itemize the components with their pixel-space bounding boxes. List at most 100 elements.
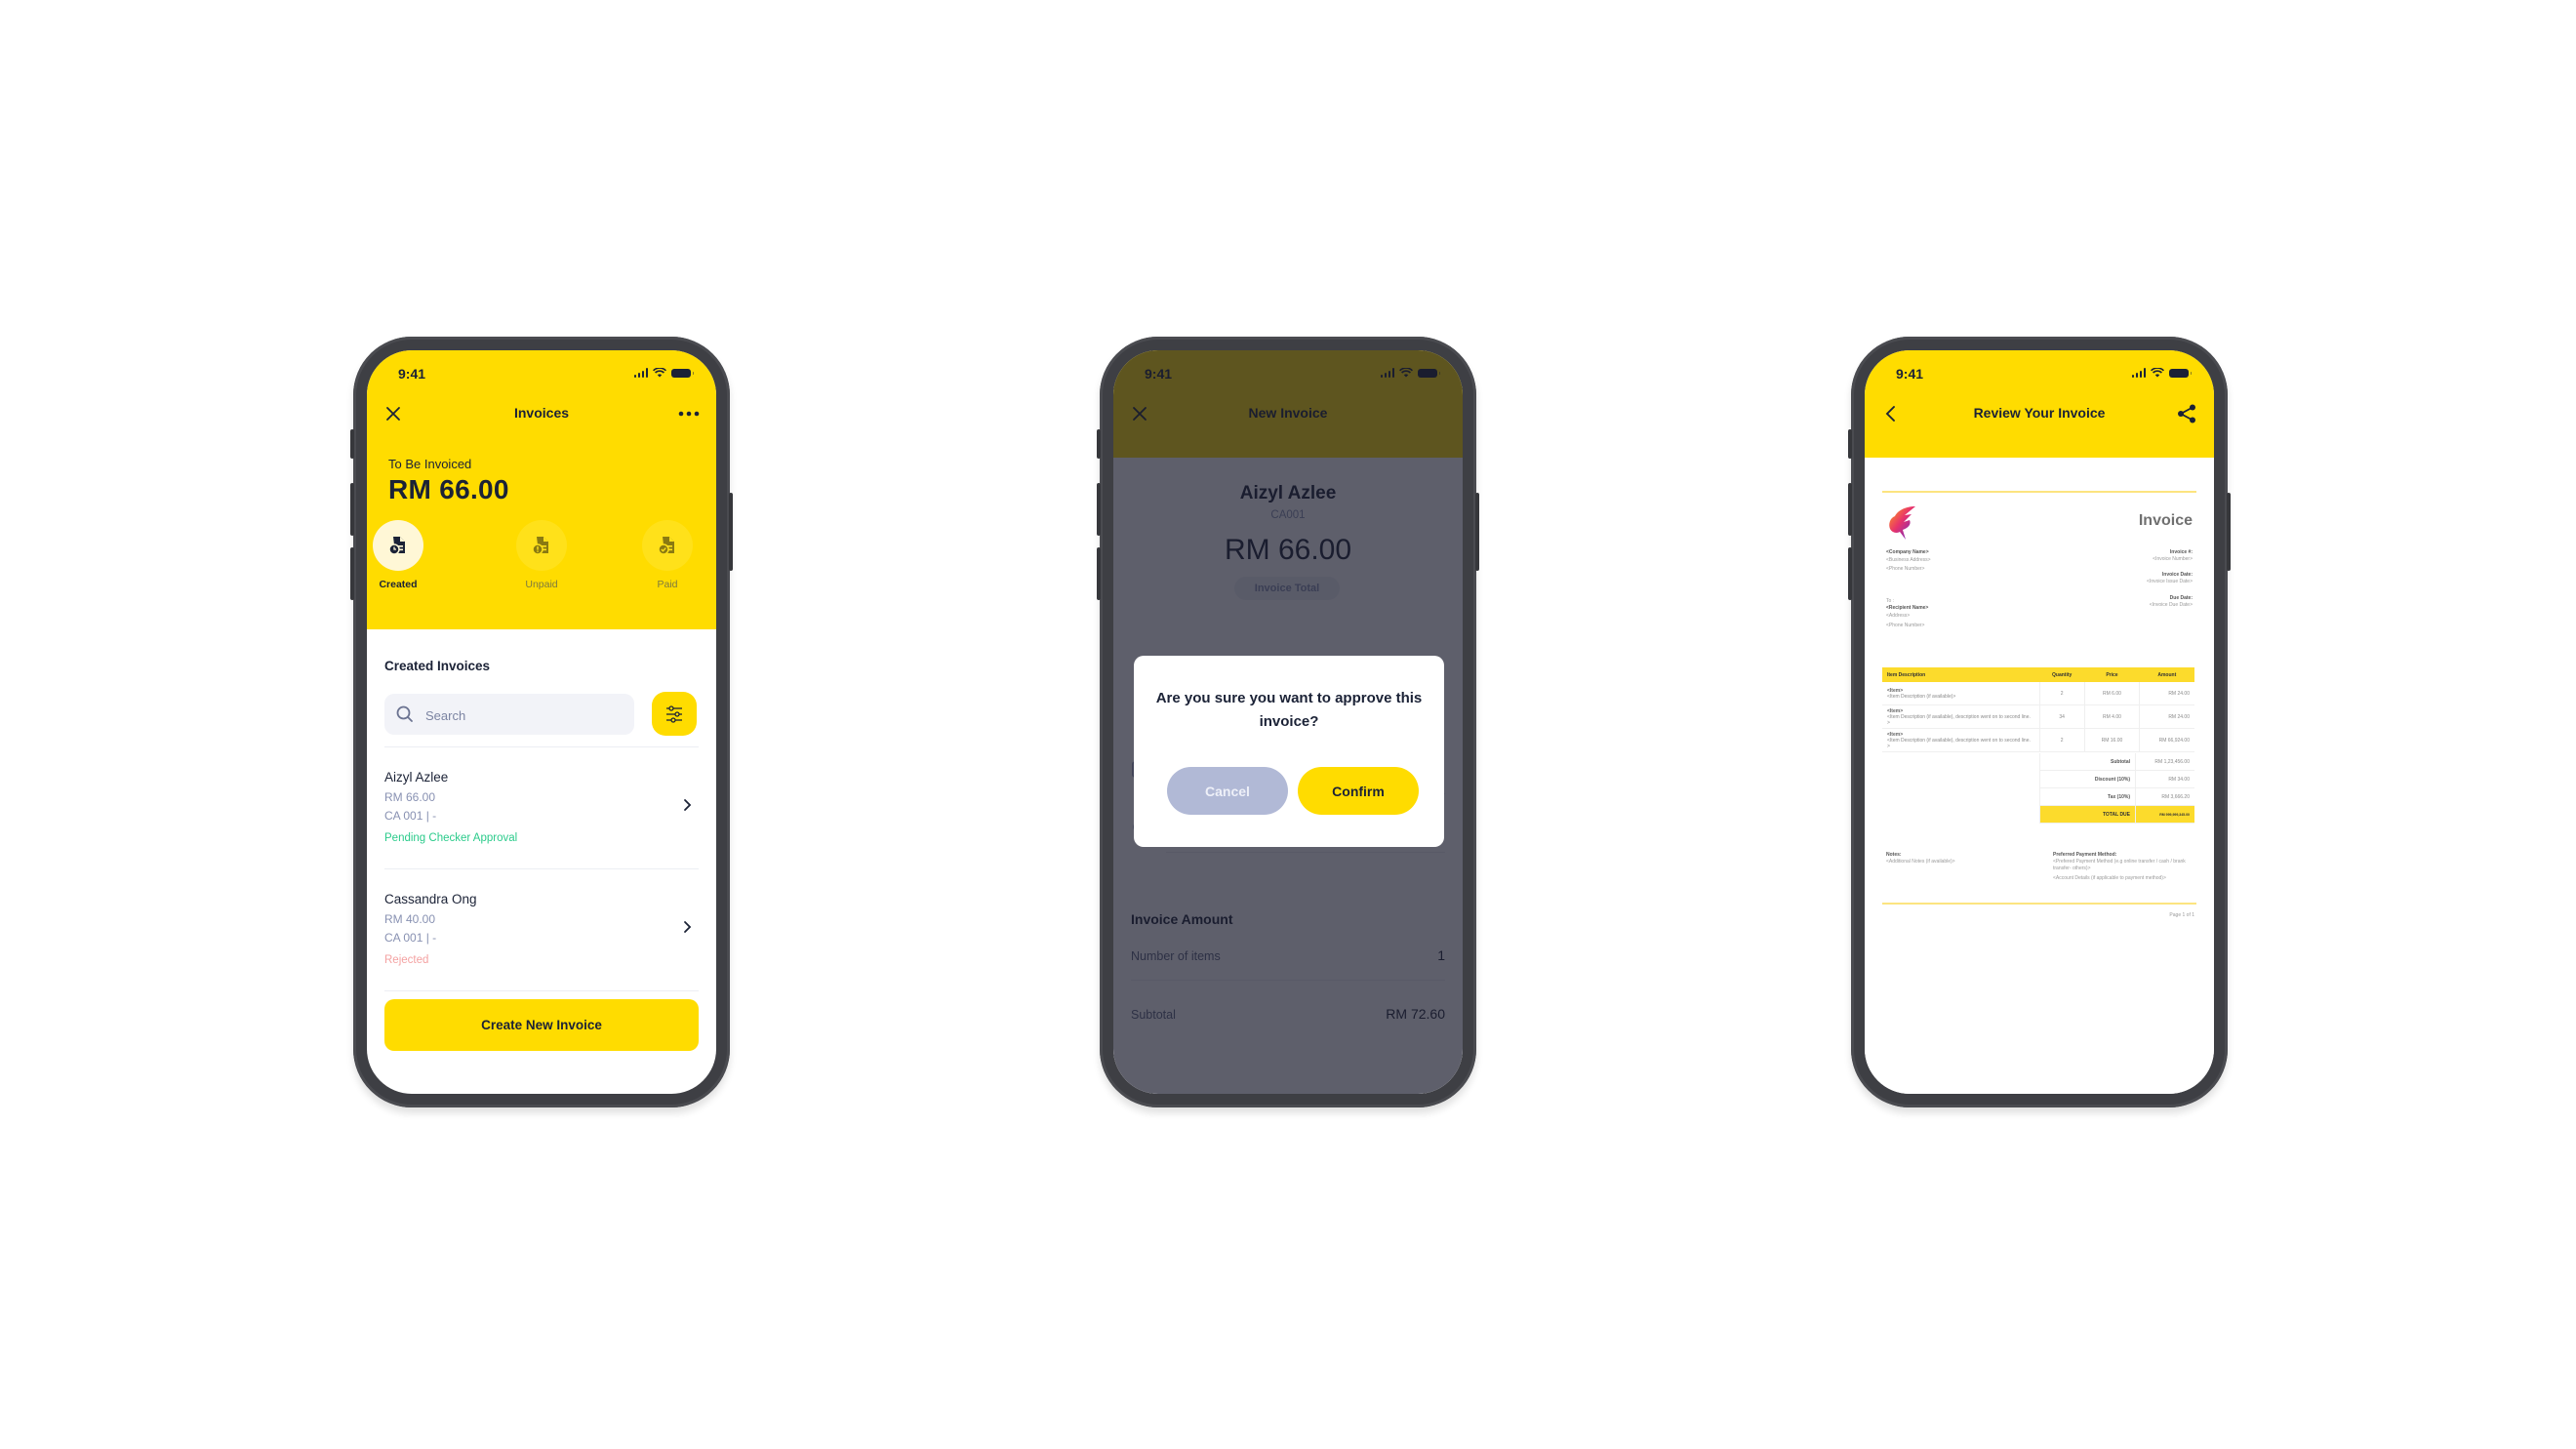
volume-up-button [1097,483,1101,536]
total-due-row: TOTAL DUE RM 999,999,345.00 [2039,805,2194,824]
customer-name: Aizyl Azlee [384,770,449,785]
status-tabs: Created Unpaid Paid [367,520,716,608]
meta-value: <Invoice Issue Date> [2147,579,2193,584]
invoice-check-icon [658,537,674,555]
invoice-list-item[interactable]: Aizyl Azlee RM 66.00 CA 001 | - Pending … [384,770,699,877]
item-amount: RM 24.00 [2139,682,2194,705]
meta-value: <Invoice Number> [2153,556,2193,562]
item-price: RM 4.00 [2083,704,2140,729]
divider [1882,903,2196,905]
status-badge: Pending Checker Approval [384,832,518,844]
notes-label: Notes: [1886,852,1902,858]
battery-icon [2169,368,2192,378]
screen: 9:41 Invoices To Be Invoiced RM 66.00 Cr… [367,350,716,1094]
totals-label: Tax (10%) [2039,787,2136,806]
recipient-name: <Recipient Name> [1886,605,1929,611]
status-bar: 9:41 [367,350,716,393]
item-quantity: 2 [2038,728,2085,752]
chevron-right-icon [684,921,692,933]
column-header: Amount [2139,667,2194,682]
share-icon[interactable] [2175,403,2198,424]
table-row: <Item> <Item Description (if available)> … [1882,682,2194,705]
page-title: Review Your Invoice [1973,405,2106,421]
volume-down-button [350,547,354,600]
business-address: <Business Address> [1886,557,1931,563]
filter-button[interactable] [652,692,697,736]
totals-label: TOTAL DUE [2039,805,2136,824]
totals-value: RM 34.00 [2135,770,2194,788]
invoice-reference: CA 001 | - [384,809,437,823]
cellular-signal-icon [2131,368,2146,378]
recipient-phone: <Phone Number> [1886,623,1925,628]
tab-paid[interactable]: Paid [628,520,706,590]
power-button [2227,493,2231,571]
invoice-clock-icon [388,537,405,555]
notes-value: <Additional Notes (if available)> [1886,859,1955,865]
company-phone: <Phone Number> [1886,566,1925,572]
search-field[interactable] [384,694,634,737]
column-header: Item Description [1882,667,2039,682]
totals-value: RM 3,666.20 [2135,787,2194,806]
wifi-icon [653,368,666,378]
company-name: <Company Name> [1886,549,1929,555]
totals-row: Subtotal RM 1,23,456.00 [2039,753,2194,771]
status-badge: Rejected [384,954,429,966]
item-price: RM 16.00 [2083,728,2140,752]
phone-new-invoice-confirm: 9:41 New Invoice Aizyl Azlee CA001 RM 66… [1097,337,1479,1107]
battery-icon [671,368,694,378]
nav-bar: Review Your Invoice [1865,393,2214,438]
item-quantity: 34 [2038,704,2085,729]
invoice-document-preview: Invoice <Company Name> <Business Address… [1865,458,2214,934]
cancel-button[interactable]: Cancel [1167,767,1288,815]
divider [384,990,699,991]
totals-value: RM 1,23,456.00 [2135,753,2194,771]
more-icon[interactable] [677,403,701,424]
page-title: Invoices [513,405,570,421]
mute-switch [350,429,354,459]
phone-review-invoice: 9:41 Review Your Invoice Invoice <Compan… [1848,337,2231,1107]
confirm-button[interactable]: Confirm [1298,767,1419,815]
divider [384,868,699,869]
item-description: <Item Description (if available)> [1887,693,1956,700]
company-logo [1889,506,1915,540]
nav-bar: Invoices [367,393,716,438]
totals-row: Tax (10%) RM 3,666.20 [2039,787,2194,806]
payment-method-label: Preferred Payment Method: [2053,852,2117,858]
mute-switch [1848,429,1852,459]
search-icon [396,705,413,722]
meta-label: Invoice #: [2169,549,2193,555]
totals-block: Subtotal RM 1,23,456.00 Discount (10%) RM … [1865,753,2214,831]
divider [384,746,699,747]
item-price: RM 6.00 [2083,682,2140,705]
screen: 9:41 Review Your Invoice Invoice <Compan… [1865,350,2214,1094]
item-amount: RM 66,924.00 [2139,728,2194,752]
volume-up-button [350,483,354,536]
totals-table: Subtotal RM 1,23,456.00 Discount (10%) RM … [2039,753,2194,824]
item-quantity: 2 [2038,682,2085,705]
totals-row: Discount (10%) RM 34.00 [2039,770,2194,788]
search-input[interactable] [423,694,623,737]
meta-label: Due Date: [2169,595,2193,601]
section-title: Created Invoices [384,659,491,673]
mute-switch [1097,429,1101,459]
account-details: <Account Details (if applicable to payme… [2053,875,2166,881]
tab-unpaid[interactable]: Unpaid [503,520,581,590]
power-button [729,493,733,571]
tab-label: Created [379,579,418,590]
invoice-list-item[interactable]: Cassandra Ong RM 40.00 CA 001 | - Reject… [384,892,699,999]
totals-value: RM 999,999,345.00 [2135,805,2194,824]
customer-name: Cassandra Ong [384,892,477,906]
table-row: <Item> <Item Description (if available), … [1882,728,2194,752]
volume-down-button [1848,547,1852,600]
to-be-invoiced-label: To Be Invoiced [388,457,472,471]
volume-down-button [1097,547,1101,600]
totals-label: Subtotal [2039,753,2136,771]
meta-label: Invoice Date: [2161,572,2193,578]
recipient-address: <Address> [1886,613,1911,619]
page-indicator: Page 1 of 1 [2169,912,2194,918]
create-new-invoice-button[interactable]: Create New Invoice [384,999,699,1051]
totals-label: Discount (10%) [2039,770,2136,788]
tab-created[interactable]: Created [367,520,437,590]
item-amount: RM 24.00 [2139,704,2194,729]
filter-sliders-icon [666,704,682,723]
